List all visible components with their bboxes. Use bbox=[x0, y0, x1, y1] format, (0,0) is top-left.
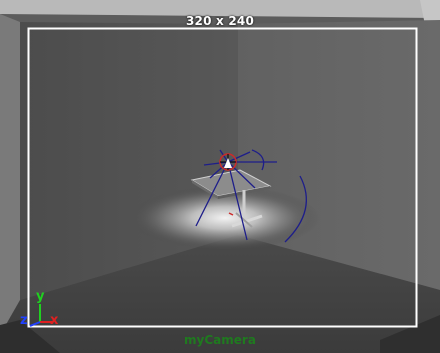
perspective-viewport[interactable]: 320 x 240 myCamera y z x bbox=[0, 0, 440, 353]
resolution-label: 320 x 240 bbox=[186, 14, 254, 28]
axis-z-label: z bbox=[20, 313, 28, 328]
axis-x-label: x bbox=[50, 313, 59, 328]
camera-name-label: myCamera bbox=[184, 333, 256, 347]
left-edge-wall bbox=[0, 14, 20, 335]
axis-y-label: y bbox=[36, 289, 45, 304]
scene-render bbox=[0, 0, 440, 353]
